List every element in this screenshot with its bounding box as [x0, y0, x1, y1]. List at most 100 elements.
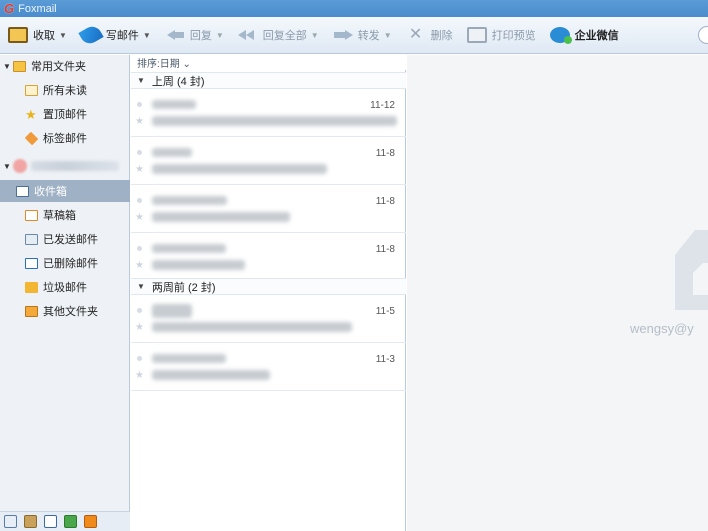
sender-redacted	[152, 148, 192, 157]
account-address: wengsy@y	[630, 321, 694, 336]
group-label: 两周前 (2 封)	[151, 281, 216, 294]
star-icon: ★	[25, 106, 37, 122]
calendar-module-icon[interactable]	[44, 515, 57, 528]
folder-tagged[interactable]: 标签邮件	[0, 127, 130, 149]
mail-date: 11-8	[375, 244, 395, 255]
folder-label: 其他文件夹	[43, 306, 98, 318]
group-header[interactable]: ▼ 两周前 (2 封)	[131, 278, 406, 295]
subject-redacted	[152, 212, 290, 222]
search-icon[interactable]	[698, 26, 708, 44]
title-bar: G Foxmail	[0, 0, 708, 17]
notes-module-icon[interactable]	[64, 515, 77, 528]
folder-junk[interactable]: 垃圾邮件	[0, 276, 130, 298]
chevron-down-icon[interactable]: ▼	[143, 31, 151, 40]
sender-redacted	[152, 100, 196, 109]
delete-button[interactable]: ✕ 删除	[406, 27, 453, 43]
unread-dot-icon[interactable]	[137, 246, 142, 251]
reply-all-button[interactable]: 回复全部 ▼	[237, 27, 319, 43]
folder-all-unread[interactable]: 所有未读	[0, 79, 130, 101]
star-icon[interactable]: ★	[135, 260, 144, 271]
receive-button[interactable]: 收取 ▼	[8, 27, 67, 43]
compose-button[interactable]: 写邮件 ▼	[78, 23, 151, 47]
unread-dot-icon[interactable]	[137, 102, 142, 107]
collapse-triangle-icon[interactable]: ▼	[137, 76, 145, 85]
mail-module-icon[interactable]	[4, 515, 17, 528]
folder-inbox[interactable]: 收件箱	[0, 180, 130, 202]
chevron-down-icon[interactable]: ▼	[384, 31, 392, 40]
wecom-button[interactable]: 企业微信	[549, 27, 619, 44]
mail-item[interactable]: ★ 11-8	[131, 234, 406, 281]
draft-icon	[25, 209, 38, 221]
star-icon[interactable]: ★	[135, 164, 144, 175]
folder-label: 已删除邮件	[43, 258, 98, 270]
folder-pinned[interactable]: ★ 置顶邮件	[0, 103, 130, 125]
foxmail-watermark-icon	[675, 230, 708, 310]
printer-icon	[466, 27, 487, 43]
delete-label: 删除	[430, 30, 453, 42]
account-name-redacted	[31, 161, 119, 171]
chevron-down-icon[interactable]: ▼	[59, 31, 67, 40]
mail-date: 11-5	[375, 306, 395, 317]
account-node[interactable]: ▼	[0, 155, 130, 177]
wecom-label: 企业微信	[574, 30, 619, 42]
unread-dot-icon[interactable]	[137, 356, 142, 361]
mail-date: 11-3	[375, 354, 395, 365]
star-icon[interactable]: ★	[135, 322, 144, 333]
folder-label: 垃圾邮件	[43, 282, 87, 294]
star-icon[interactable]: ★	[135, 212, 144, 223]
tag-icon	[24, 131, 39, 145]
sender-redacted	[152, 354, 226, 363]
receive-label: 收取	[33, 30, 55, 42]
subject-redacted	[152, 370, 270, 380]
folder-icon	[25, 84, 38, 96]
forward-label: 转发	[357, 30, 380, 42]
folder-drafts[interactable]: 草稿箱	[0, 204, 130, 226]
reply-all-arrow-icon	[237, 27, 258, 43]
compose-label: 写邮件	[105, 30, 139, 42]
folder-label: 标签邮件	[43, 133, 87, 145]
forward-arrow-icon	[333, 27, 353, 43]
mail-item[interactable]: ★ 11-12	[131, 90, 406, 137]
rss-module-icon[interactable]	[84, 515, 97, 528]
print-preview-button[interactable]: 打印预览	[466, 27, 536, 43]
mail-item[interactable]: ★ 11-8	[131, 138, 406, 185]
folder-sidebar: ▼ 常用文件夹 所有未读 ★ 置顶邮件 标签邮件 ▼ 收件箱 草稿箱 已发送邮件…	[0, 55, 130, 531]
mail-item[interactable]: ★ 11-8	[131, 186, 406, 233]
sent-icon	[25, 233, 38, 245]
folder-label: 草稿箱	[43, 210, 76, 222]
folder-sent[interactable]: 已发送邮件	[0, 228, 130, 250]
folder-other[interactable]: 其他文件夹	[0, 300, 130, 322]
mail-item[interactable]: ★ 11-3	[131, 344, 406, 391]
chevron-down-icon[interactable]: ▼	[216, 31, 224, 40]
sender-redacted	[152, 196, 227, 205]
expand-triangle-icon[interactable]: ▼	[1, 162, 13, 171]
unread-dot-icon[interactable]	[137, 198, 142, 203]
wecom-icon	[549, 27, 572, 44]
sender-redacted	[152, 304, 192, 318]
folder-label: 置顶邮件	[43, 109, 87, 121]
forward-button[interactable]: 转发 ▼	[333, 27, 392, 43]
sort-dropdown[interactable]: 排序:日期 ⌄	[131, 55, 406, 70]
reply-button[interactable]: 回复 ▼	[165, 27, 224, 43]
folder-common[interactable]: ▼ 常用文件夹	[0, 55, 130, 77]
mail-item[interactable]: ★ 11-5	[131, 296, 406, 343]
chevron-down-icon[interactable]: ▼	[311, 31, 319, 40]
contacts-module-icon[interactable]	[24, 515, 37, 528]
mail-date: 11-12	[370, 100, 395, 111]
mail-list: 排序:日期 ⌄ ▼ 上周 (4 封) ★ 11-12 ★ 11-8 ★ 11-8…	[131, 55, 406, 531]
folder-label: 收件箱	[34, 186, 67, 198]
account-avatar	[13, 159, 27, 173]
collapse-triangle-icon[interactable]: ▼	[137, 282, 145, 291]
expand-triangle-icon[interactable]: ▼	[1, 62, 13, 71]
app-title: Foxmail	[18, 2, 57, 15]
unread-dot-icon[interactable]	[137, 308, 142, 313]
folder-icon	[13, 60, 26, 72]
unread-dot-icon[interactable]	[137, 150, 142, 155]
group-header[interactable]: ▼ 上周 (4 封)	[131, 72, 406, 89]
folder-deleted[interactable]: 已删除邮件	[0, 252, 130, 274]
folder-label: 已发送邮件	[43, 234, 98, 246]
star-icon[interactable]: ★	[135, 370, 144, 381]
subject-redacted	[152, 260, 245, 270]
junk-icon	[25, 281, 38, 293]
star-icon[interactable]: ★	[135, 116, 144, 127]
